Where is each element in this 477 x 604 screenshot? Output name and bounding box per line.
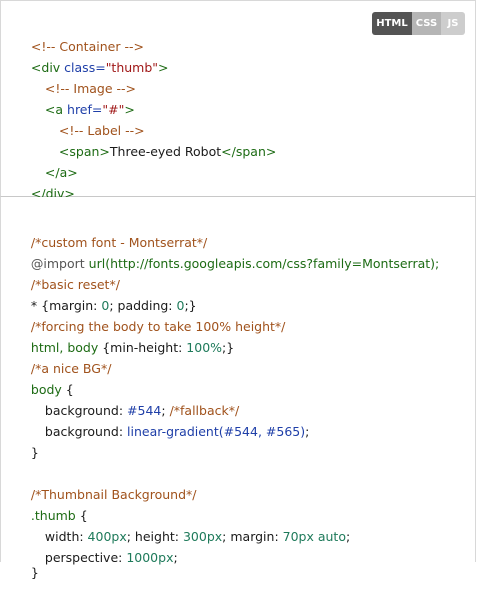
html-tag: </span> bbox=[221, 144, 277, 159]
css-property: perspective: bbox=[44, 550, 127, 565]
code-line: <span>Three-eyed Robot</span> bbox=[43, 120, 276, 159]
css-number: 300px bbox=[182, 529, 223, 544]
code-line: /*custom font - Montserrat*/ bbox=[15, 211, 207, 250]
css-punctuation: ; bbox=[305, 424, 310, 439]
code-line: body { bbox=[15, 358, 74, 397]
html-code-panel: HTML CSS JS <!-- Container --> <div clas… bbox=[0, 0, 476, 201]
tab-js[interactable]: JS bbox=[441, 12, 465, 35]
css-punctuation: ; bbox=[173, 550, 178, 565]
css-number: 1000px bbox=[126, 550, 174, 565]
css-punctuation: ;} bbox=[222, 340, 235, 355]
code-line: <!-- Container --> bbox=[15, 15, 144, 54]
code-line: <!-- Image --> bbox=[29, 57, 136, 96]
code-line: html, body {min-height: 100%;} bbox=[15, 316, 234, 355]
css-punctuation: } bbox=[30, 565, 39, 580]
code-line: /*forcing the body to take 100% height*/ bbox=[15, 295, 285, 334]
css-code-panel: /*custom font - Montserrat*/ @import url… bbox=[0, 197, 476, 580]
code-line: perspective: 1000px; bbox=[29, 526, 178, 565]
code-line: /*a nice BG*/ bbox=[15, 337, 112, 376]
tab-css[interactable]: CSS bbox=[412, 12, 441, 35]
css-punctuation: } bbox=[30, 445, 39, 460]
code-line: <a href="#"> bbox=[29, 78, 135, 117]
code-line: </div> bbox=[15, 162, 75, 201]
tab-html[interactable]: HTML bbox=[372, 12, 412, 35]
html-text: Three-eyed Robot bbox=[109, 144, 222, 159]
css-value: linear-gradient(#544, #565) bbox=[127, 424, 306, 439]
code-line: * {margin: 0; padding: 0;} bbox=[15, 274, 197, 313]
code-line: background: #544; /*fallback*/ bbox=[29, 379, 239, 418]
css-number: 70px auto bbox=[282, 529, 346, 544]
code-line: /*basic reset*/ bbox=[15, 253, 120, 292]
html-tag: > bbox=[158, 60, 169, 75]
css-number: 100% bbox=[186, 340, 223, 355]
code-line: </a> bbox=[29, 141, 78, 180]
language-tabs: HTML CSS JS bbox=[372, 12, 465, 35]
code-line: @import url(http://fonts.googleapis.com/… bbox=[15, 232, 439, 271]
css-declaration: {min-height: bbox=[102, 340, 187, 355]
code-line: } bbox=[15, 421, 39, 460]
code-line: width: 400px; height: 300px; margin: 70p… bbox=[29, 505, 350, 544]
code-line: background: linear-gradient(#544, #565); bbox=[29, 400, 309, 439]
code-line: /*Thumbnail Background*/ bbox=[15, 463, 197, 502]
code-line: <!-- Label --> bbox=[43, 99, 145, 138]
code-line: } bbox=[15, 541, 39, 580]
css-value: url(http://fonts.googleapis.com/css?fami… bbox=[88, 256, 440, 271]
code-line: .thumb { bbox=[15, 484, 88, 523]
css-property: ; margin: bbox=[222, 529, 283, 544]
css-property: background: bbox=[44, 424, 128, 439]
css-punctuation: ; bbox=[345, 529, 351, 544]
code-line: <div class="thumb"> bbox=[15, 36, 169, 75]
